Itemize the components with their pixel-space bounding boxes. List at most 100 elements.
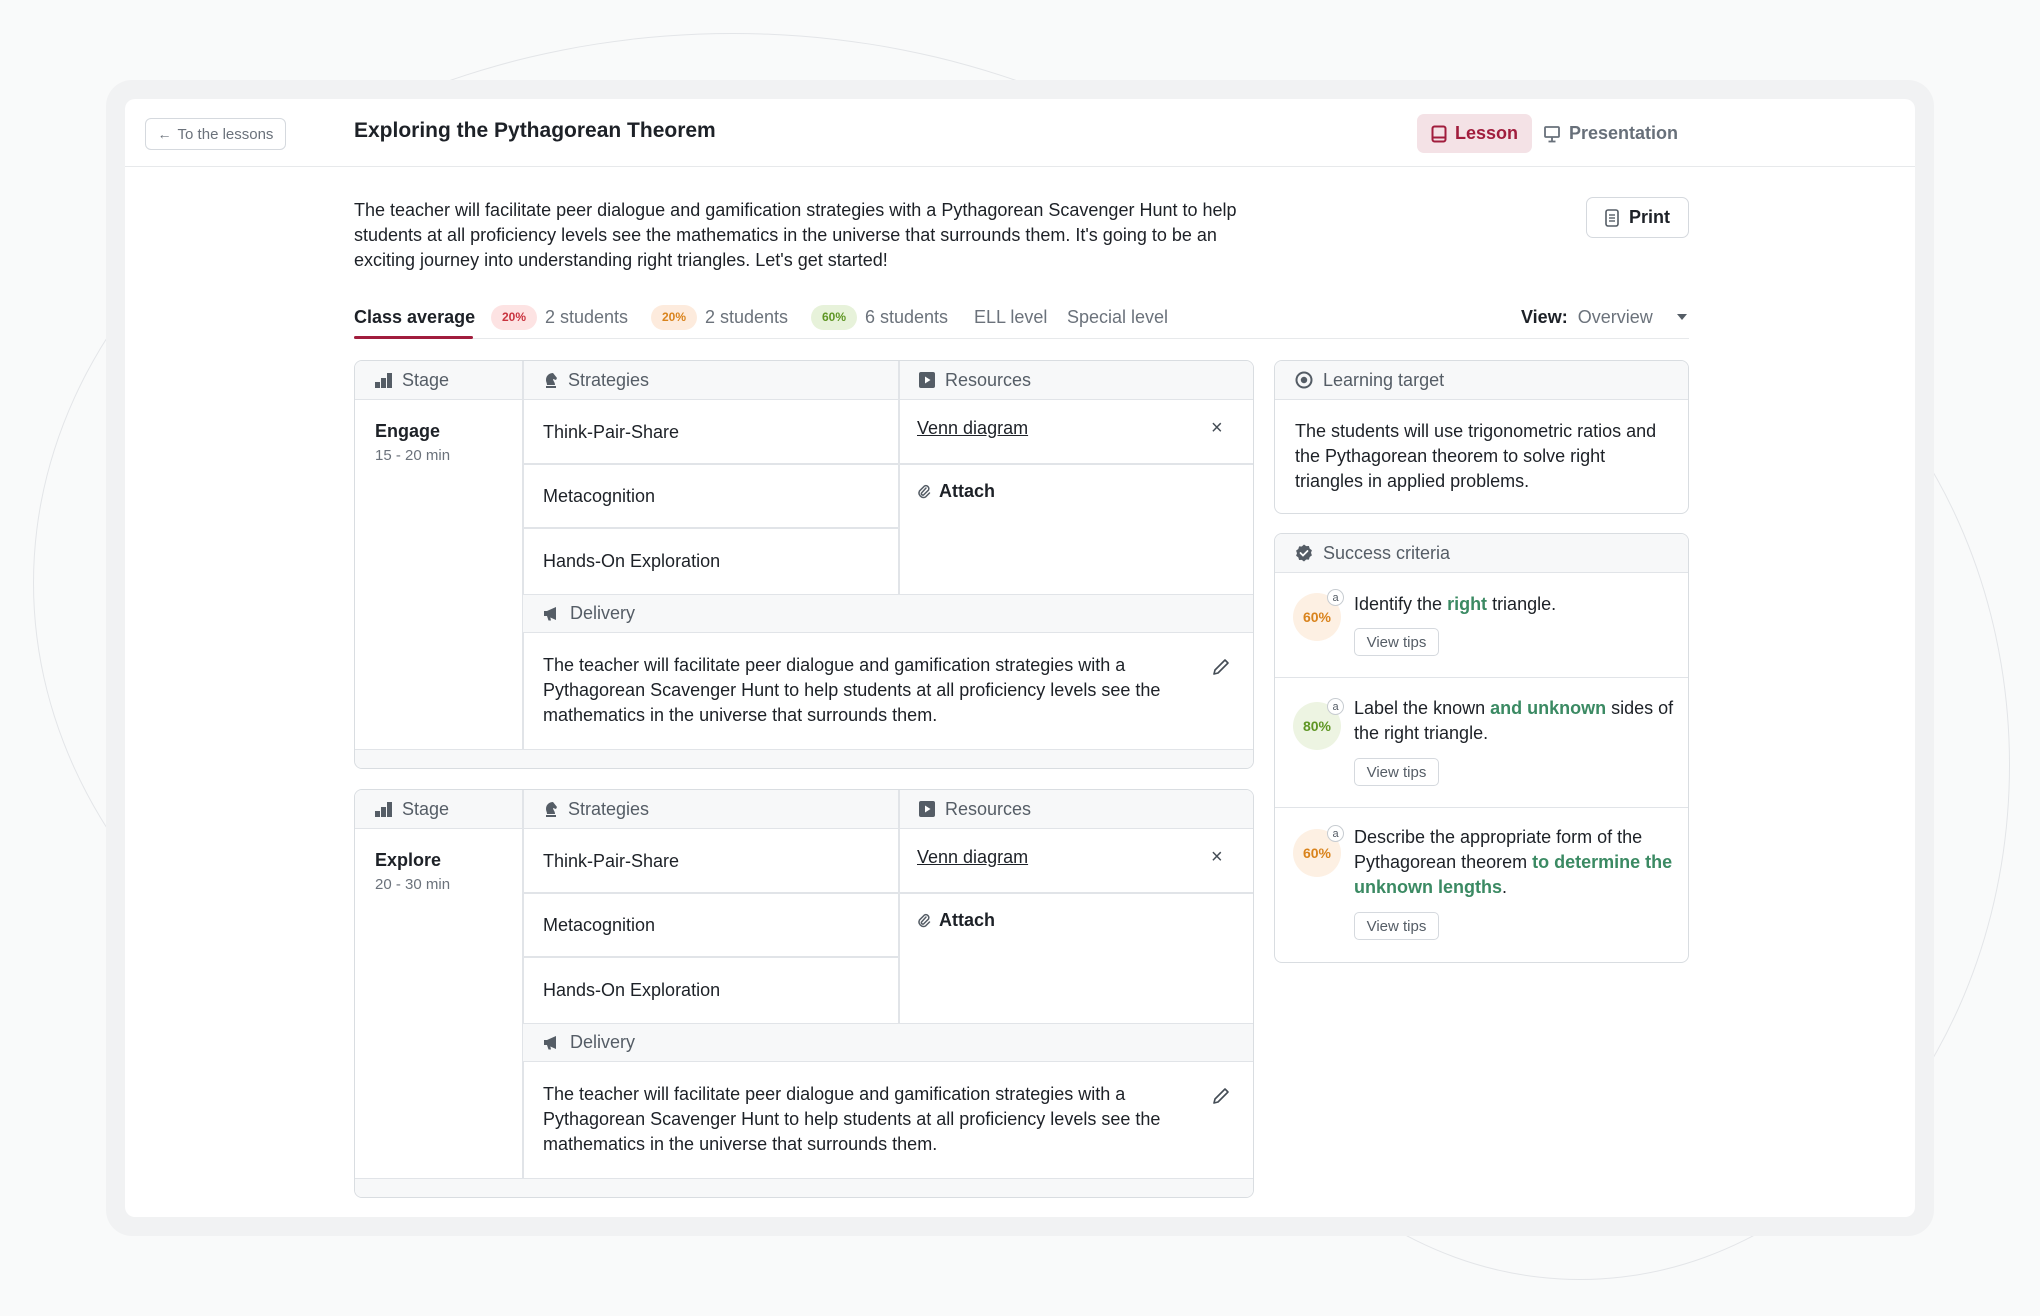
- strategy-item[interactable]: Hands-On Exploration: [523, 958, 899, 1022]
- attach-label: Attach: [939, 910, 996, 930]
- resources-header-label: Resources: [945, 798, 1032, 819]
- bar-chart-icon: [375, 801, 392, 817]
- view-tips-button[interactable]: View tips: [1354, 628, 1439, 656]
- tab-level-group-2[interactable]: 20% 2 students: [651, 303, 788, 331]
- delivery-text: The teacher will facilitate peer dialogu…: [543, 655, 1161, 725]
- view-value: Overview: [1577, 306, 1653, 327]
- megaphone-icon: [544, 607, 556, 621]
- attach-label: Attach: [939, 481, 996, 501]
- lesson-intro: The teacher will facilitate peer dialogu…: [354, 200, 1237, 270]
- tab-ell-level[interactable]: ELL level: [974, 303, 1047, 331]
- strategies-column-header: Strategies: [523, 361, 899, 400]
- stage-column-header: Stage: [355, 361, 523, 400]
- percent-badge: 20%: [651, 304, 697, 330]
- criterion-item: 60% a Describe the appropriate form of t…: [1275, 808, 1688, 962]
- resource-link[interactable]: Venn diagram: [917, 418, 1028, 439]
- criterion-text: Label the known and unknown sides of the…: [1354, 696, 1674, 746]
- strategy-item[interactable]: Think-Pair-Share: [523, 829, 899, 893]
- stage-card-explore: Stage Strategies Resources Explore 20 - …: [354, 789, 1254, 1198]
- chess-knight-icon: [546, 372, 557, 388]
- criterion-percent: 60%: [1302, 845, 1332, 861]
- students-count: 2 students: [705, 306, 789, 327]
- resource-link[interactable]: Venn diagram: [917, 847, 1028, 868]
- criterion-highlight: right: [1447, 594, 1488, 614]
- tab-special-level[interactable]: Special level: [1067, 303, 1168, 331]
- edit-pencil-icon[interactable]: [1211, 657, 1231, 682]
- tab-level-group-1[interactable]: 20% 2 students: [491, 303, 628, 331]
- delivery-header: Delivery: [523, 1023, 1253, 1062]
- criterion-highlight: and unknown: [1490, 698, 1607, 718]
- stage-name: Explore: [375, 850, 442, 870]
- delivery-header-label: Delivery: [570, 1032, 636, 1052]
- criterion-text: Identify the right triangle.: [1354, 592, 1674, 617]
- success-criteria-header: Success criteria: [1275, 534, 1688, 573]
- resources-column-header: Resources: [899, 790, 1253, 829]
- document-icon: [1605, 208, 1619, 227]
- stage-column-header: Stage: [355, 790, 523, 829]
- remove-resource-icon[interactable]: ×: [1211, 846, 1223, 869]
- lesson-card: ← To the lessons Exploring the Pythagore…: [125, 99, 1915, 1217]
- delivery-header-label: Delivery: [570, 603, 636, 623]
- criterion-text-part: triangle.: [1487, 594, 1557, 614]
- edit-pencil-icon[interactable]: [1211, 1086, 1231, 1111]
- progress-ring: 60% a: [1293, 589, 1344, 641]
- stage-name: Engage: [375, 421, 441, 441]
- assessment-badge: a: [1327, 698, 1344, 715]
- presentation-icon: [1544, 125, 1560, 142]
- back-to-lessons-button[interactable]: ← To the lessons: [145, 118, 286, 150]
- view-tips-button[interactable]: View tips: [1354, 912, 1439, 940]
- criterion-percent: 60%: [1302, 609, 1332, 625]
- print-button[interactable]: Print: [1586, 197, 1689, 238]
- play-square-icon: [919, 801, 935, 817]
- assessment-badge: a: [1327, 589, 1344, 606]
- progress-ring: 80% a: [1293, 698, 1344, 750]
- delivery-header: Delivery: [523, 594, 1253, 633]
- students-count: 2 students: [545, 306, 629, 327]
- progress-ring: 60% a: [1293, 825, 1344, 877]
- stage-duration: 15 - 20 min: [375, 447, 451, 464]
- strategies-header-label: Strategies: [568, 798, 650, 819]
- remove-resource-icon[interactable]: ×: [1211, 417, 1223, 440]
- success-criteria-title: Success criteria: [1323, 542, 1451, 563]
- tab-lesson[interactable]: Lesson: [1417, 114, 1533, 153]
- criterion-text: Describe the appropriate form of the Pyt…: [1354, 825, 1674, 900]
- paperclip-icon: [918, 913, 931, 927]
- criterion-text-part: Identify the: [1354, 594, 1448, 614]
- learning-target-title: Learning target: [1323, 369, 1445, 390]
- learning-target-text: The students will use trigonometric rati…: [1295, 421, 1657, 491]
- criterion-item: 80% a Label the known and unknown sides …: [1275, 678, 1688, 808]
- megaphone-icon: [544, 1036, 556, 1050]
- lesson-header: ← To the lessons Exploring the Pythagore…: [125, 99, 1915, 167]
- view-label: View:: [1521, 306, 1568, 327]
- view-select[interactable]: View: Overview: [1521, 303, 1687, 331]
- card-footer: [355, 749, 1253, 768]
- attach-button[interactable]: Attach: [917, 481, 995, 502]
- page-title: Exploring the Pythagorean Theorem: [354, 119, 716, 142]
- stage-duration: 20 - 30 min: [375, 876, 451, 893]
- strategy-item[interactable]: Hands-On Exploration: [523, 529, 899, 593]
- divider: [899, 463, 1253, 465]
- percent-badge: 20%: [491, 304, 537, 330]
- tab-presentation[interactable]: Presentation: [1529, 114, 1692, 153]
- learning-target-card: Learning target The students will use tr…: [1274, 360, 1689, 514]
- view-tips-button[interactable]: View tips: [1354, 758, 1439, 786]
- tab-lesson-label: Lesson: [1455, 123, 1519, 143]
- criterion-percent: 80%: [1302, 718, 1332, 734]
- resources-header-label: Resources: [945, 369, 1032, 390]
- success-criteria-card: Success criteria 60% a Identify the righ…: [1274, 533, 1689, 963]
- tab-class-average[interactable]: Class average: [354, 303, 475, 331]
- level-tabs: Class average 20% 2 students 20% 2 stude…: [354, 303, 1689, 339]
- criterion-text-part: .: [1502, 877, 1508, 897]
- chevron-down-icon: [1676, 314, 1687, 320]
- book-icon: [1431, 125, 1447, 142]
- strategy-item[interactable]: Metacognition: [523, 464, 899, 528]
- criterion-item: 60% a Identify the right triangle. View …: [1275, 573, 1688, 678]
- target-icon: [1295, 371, 1313, 389]
- strategy-item[interactable]: Metacognition: [523, 893, 899, 957]
- strategy-item[interactable]: Think-Pair-Share: [523, 400, 899, 464]
- stage-header-label: Stage: [402, 798, 450, 819]
- percent-badge: 60%: [811, 304, 857, 330]
- tab-level-group-3[interactable]: 60% 6 students: [811, 303, 948, 331]
- criterion-text-part: Label the known: [1354, 698, 1491, 718]
- attach-button[interactable]: Attach: [917, 910, 995, 931]
